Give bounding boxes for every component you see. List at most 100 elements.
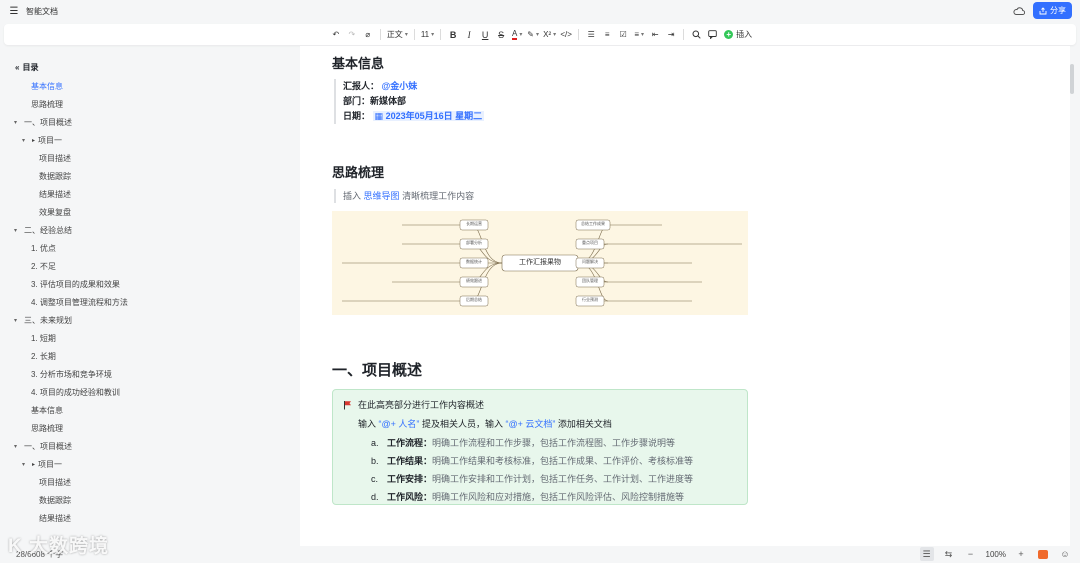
indent-icon[interactable]: ⇥ [665,27,677,43]
bold-icon[interactable]: B [447,27,459,43]
highlight-button[interactable]: ✎ ▾ [527,27,539,43]
caret-down-icon[interactable]: ▾ [14,227,24,234]
highlight-callout[interactable]: 在此高亮部分进行工作内容概述 输入 “@+ 人名” 提及相关人员，输入 “@+ … [332,389,748,505]
video-icon[interactable] [1036,547,1050,561]
chevron-down-icon: ▾ [431,32,435,38]
search-icon[interactable] [690,27,702,43]
outline-item[interactable]: 思路梳理 [31,423,63,434]
outline-item[interactable]: 3. 分析市场和竞争环境 [31,369,112,380]
toolbar-divider [578,29,580,40]
outline-item[interactable]: ▾ 一、项目概述 [14,117,72,128]
strikethrough-icon[interactable]: S [495,27,507,43]
outdent-icon[interactable]: ⇤ [649,27,661,43]
mindmap-node: 长期运营 [466,221,482,226]
callout-head-text: 在此高亮部分进行工作内容概述 [358,400,485,410]
outline-item[interactable]: 项目描述 [39,477,71,488]
caret-down-icon[interactable]: ▾ [14,443,24,450]
undo-icon[interactable]: ↶ [330,27,342,43]
outline-item[interactable]: 数据跟踪 [39,171,71,182]
outline-item-label: 一、项目概述 [24,442,72,451]
code-icon[interactable]: </> [560,27,572,43]
share-button[interactable]: 分享 [1033,2,1072,19]
font-size-select[interactable]: 11 ▾ [421,27,434,43]
mindmap-link[interactable]: 思维导图 [364,191,400,201]
menu-icon[interactable]: ☰ [4,0,24,22]
thinking-suffix: 清晰梳理工作内容 [402,191,475,201]
scrollbar-thumb[interactable] [1070,64,1074,94]
align-icon: ≡ [634,30,639,39]
outline-item-label: 结果描述 [39,514,71,523]
zoom-in-icon[interactable]: + [1014,547,1028,561]
superscript-button[interactable]: X² ▾ [543,27,556,43]
redo-icon[interactable]: ↷ [346,27,358,43]
outline-item[interactable]: ▾ 三、未来规划 [14,315,72,326]
outline-item[interactable]: 2. 不足 [31,261,56,272]
status-bar: 28/6608 个字 ☰ ⇆ − 100% + ☺ [0,546,1080,563]
outline-item[interactable]: 4. 调整项目管理流程和方法 [31,297,128,308]
mindmap-node: 部署分析 [466,240,482,245]
comment-icon[interactable] [706,27,718,43]
caret-down-icon[interactable]: ▾ [22,137,32,144]
outline-item[interactable]: ▾ ▸ 项目一 [22,135,62,146]
italic-icon[interactable]: I [463,27,475,43]
help-icon[interactable]: ☺ [1058,547,1072,561]
zoom-level[interactable]: 100% [986,550,1006,559]
callout-sub-prefix: 输入 [358,419,377,429]
paragraph-style-select[interactable]: 正文 ▾ [387,27,408,43]
caret-down-icon[interactable]: ▾ [14,119,24,126]
outline-item-label: 2. 长期 [31,352,56,361]
collapse-icon[interactable]: « [15,63,19,72]
outline-item[interactable]: 2. 长期 [31,351,56,362]
bullet-list-icon[interactable]: ☰ [585,27,597,43]
share-label: 分享 [1050,6,1066,15]
zoom-out-icon[interactable]: − [964,547,978,561]
outline-item[interactable]: 1. 短期 [31,333,56,344]
outline-item[interactable]: 项目描述 [39,153,71,164]
outline-item[interactable]: 3. 评估项目的成果和效果 [31,279,120,290]
mindmap-image[interactable]: 工作汇报果物 长期运营 部署分析 数据统计 绩效跟进 后期总结 总结工作成果 重… [332,211,748,315]
outline-item-label: 二、经验总结 [24,226,72,235]
outline-item-label: 思路梳理 [31,424,63,433]
outline-item[interactable]: 基本信息 [31,405,63,416]
outline-item[interactable]: 1. 优点 [31,243,56,254]
bullet-icon: ▸ [32,462,36,468]
mindmap-node: 行业预测 [582,297,598,302]
format-painter-icon[interactable]: ⌀ [362,27,374,43]
chevron-down-icon: ▾ [536,32,540,38]
mindmap-node: 总结工作成果 [581,221,605,226]
outline-header[interactable]: « 目录 [15,62,38,73]
outline-item[interactable]: 基本信息 [31,81,63,92]
outline-item[interactable]: ▾ 二、经验总结 [14,225,72,236]
page-view-icon[interactable]: ☰ [919,547,934,561]
underline-icon[interactable]: U [479,27,491,43]
plus-icon: + [724,30,734,39]
align-button[interactable]: ≡ ▾ [633,27,645,43]
caret-down-icon[interactable]: ▾ [22,461,32,468]
outline-item[interactable]: 结果描述 [39,513,71,524]
checkbox-list-icon[interactable]: ☑ [617,27,629,43]
full-width-icon[interactable]: ⇆ [942,547,956,561]
date-chip[interactable]: ▦ 2023年05月16日 星期二 [372,111,485,121]
document-body[interactable]: 基本信息 汇报人： @金小妹 部门：新媒体部 日期： ▦ 2023年05月16日… [300,46,1070,546]
outline-item[interactable]: ▾ ▸ 项目一 [22,459,62,470]
callout-sub-suffix: 添加相关文档 [557,419,612,429]
outline-item[interactable]: 结果描述 [39,189,71,200]
outline-item[interactable]: 思路梳理 [31,99,63,110]
title-bar: ☰ 智能文档 分享 [0,0,1080,22]
font-color-button[interactable]: A ▾ [511,27,523,43]
cloud-sync-icon[interactable] [1011,3,1027,19]
outline-item-label: 1. 优点 [31,244,56,253]
list-item-label: 工作安排： [387,474,433,484]
mindmap-node: 问题解决 [582,259,598,264]
insert-button[interactable]: + 插入 [724,29,752,40]
mindmap-center-node: 工作汇报果物 [519,259,561,266]
outline-item[interactable]: 效果复盘 [39,207,71,218]
outline-item[interactable]: 4. 项目的成功经验和教训 [31,387,120,398]
outline-item[interactable]: ▾ 一、项目概述 [14,441,72,452]
numbered-list-icon[interactable]: ≡ [601,27,613,43]
outline-item[interactable]: 数据跟踪 [39,495,71,506]
outline-item-label: 效果复盘 [39,208,71,217]
caret-down-icon[interactable]: ▾ [14,317,24,324]
reporter-mention[interactable]: @金小妹 [382,81,418,91]
toolbar-divider [683,29,685,40]
